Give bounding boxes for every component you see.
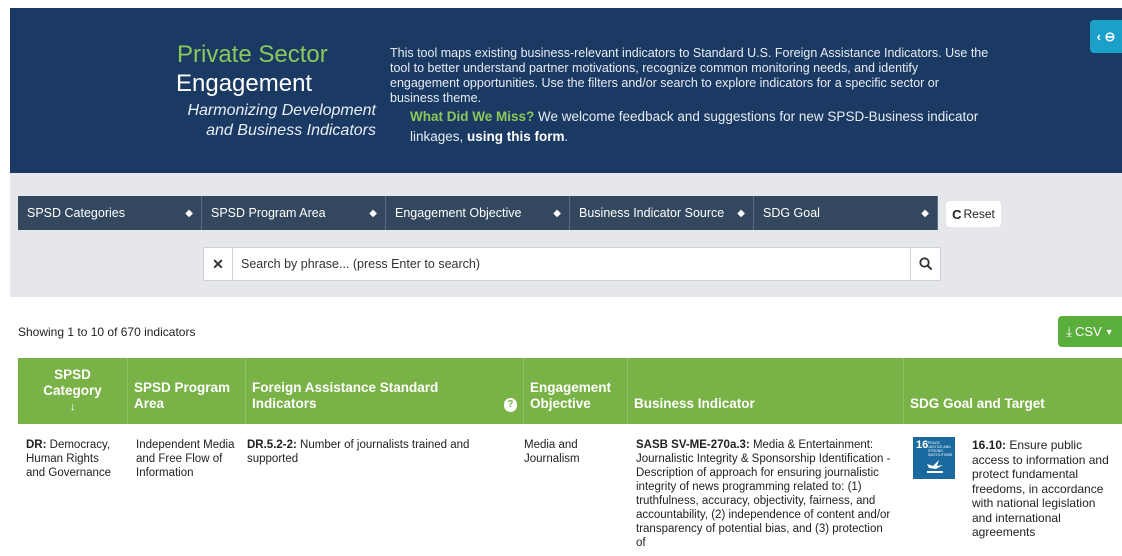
clear-search-icon[interactable]: ✕ xyxy=(204,248,233,280)
reset-button[interactable]: C Reset xyxy=(946,201,1001,227)
select-caret-icon: ◆ xyxy=(369,207,377,219)
filter-sdg-goal[interactable]: SDG Goal ◆ xyxy=(754,196,938,230)
filter-spsd-categories[interactable]: SPSD Categories ◆ xyxy=(18,196,202,230)
sdg-target-code: 16.10: xyxy=(972,438,1007,452)
download-icon: ⤓ xyxy=(1066,323,1073,339)
intro-text: This tool maps existing business-relevan… xyxy=(390,46,989,105)
brand-title-line1: Private Sector xyxy=(177,41,328,68)
csv-download-button[interactable]: ⤓ CSV ▼ xyxy=(1058,316,1122,347)
cell-fa-indicator: DR.5.2-2: Number of journalists trained … xyxy=(247,438,487,466)
filter-spsd-program-area[interactable]: SPSD Program Area ◆ xyxy=(202,196,386,230)
column-header-label: SPSD Program Area xyxy=(134,380,231,411)
filter-label: SPSD Categories xyxy=(27,206,125,220)
filter-label: SPSD Program Area xyxy=(211,206,326,220)
business-indicator-code: SASB SV-ME-270a.3: xyxy=(636,439,750,451)
sort-arrow-icon: ↓ xyxy=(69,401,76,413)
column-header-business-indicator[interactable]: Business Indicator xyxy=(628,358,904,424)
fa-code: DR.5.2-2: xyxy=(247,439,297,451)
column-header-spsd-program-area[interactable]: SPSD Program Area xyxy=(128,358,246,424)
sdg-badge-text: PEACE, JUSTICE AND STRONG INSTITUTIONS xyxy=(928,441,953,457)
category-code: DR: xyxy=(26,439,47,451)
select-caret-icon: ◆ xyxy=(553,207,561,219)
column-header-engagement-objective[interactable]: Engagement Objective xyxy=(524,358,628,424)
select-caret-icon: ◆ xyxy=(921,207,929,219)
column-header-sdg-goal[interactable]: SDG Goal and Target xyxy=(904,358,1122,424)
brand-title-line2: Engagement xyxy=(176,70,313,97)
filter-label: SDG Goal xyxy=(763,206,820,220)
sdg-target-text: Ensure public access to information and … xyxy=(972,438,1109,539)
toggle-icon: ‹ ⊖ xyxy=(1096,28,1116,44)
cell-program-area: Independent Media and Free Flow of Infor… xyxy=(136,439,235,479)
feedback-lead: What Did We Miss? xyxy=(410,109,535,124)
select-caret-icon: ◆ xyxy=(185,207,193,219)
brand-subtitle: Harmonizing Development and Business Ind… xyxy=(187,102,376,139)
cell-business-indicator: SASB SV-ME-270a.3: Media & Entertainment… xyxy=(636,438,894,550)
business-indicator-text: Media & Entertainment: Journalistic Inte… xyxy=(636,439,891,549)
reset-label: Reset xyxy=(963,207,995,221)
site-header: Private Sector Engagement Harmonizing De… xyxy=(10,8,1122,173)
cell-spsd-category: DR: Democracy, Human Rights and Governan… xyxy=(26,438,118,480)
column-header-label: Engagement Objective xyxy=(530,380,612,411)
sdg-badge-number: 16 xyxy=(916,439,929,451)
cell-engagement-objective: Media and Journalism xyxy=(524,439,580,465)
table-header-row: SPSD Category ↓ SPSD Program Area Foreig… xyxy=(18,358,1122,424)
dove-icon xyxy=(927,460,943,473)
filter-engagement-objective[interactable]: Engagement Objective ◆ xyxy=(386,196,570,230)
search-bar: ✕ xyxy=(203,247,941,281)
feedback-form-link[interactable]: using this form xyxy=(467,129,565,144)
help-icon[interactable]: ? xyxy=(503,398,517,412)
reset-icon: C xyxy=(952,206,962,222)
side-panel-toggle-button[interactable]: ‹ ⊖ xyxy=(1090,20,1122,53)
filter-business-indicator-source[interactable]: Business Indicator Source ◆ xyxy=(570,196,754,230)
column-header-spsd-category[interactable]: SPSD Category ↓ xyxy=(18,358,128,424)
filter-label: Business Indicator Source xyxy=(579,206,725,220)
search-icon[interactable] xyxy=(910,248,940,280)
brand-block: Private Sector Engagement Harmonizing De… xyxy=(176,41,376,141)
column-header-label: SPSD Category xyxy=(43,367,102,398)
column-header-fa-indicators[interactable]: Foreign Assistance Standard Indicators ? xyxy=(246,358,524,424)
column-header-label: SDG Goal and Target xyxy=(910,396,1045,411)
filter-label: Engagement Objective xyxy=(395,206,522,220)
column-header-label: Foreign Assistance Standard Indicators xyxy=(252,380,439,411)
select-caret-icon: ◆ xyxy=(737,207,745,219)
feedback-end: . xyxy=(564,129,569,144)
cell-sdg-target: 16.10: Ensure public access to informati… xyxy=(972,438,1112,540)
chevron-down-icon: ▼ xyxy=(1104,326,1114,337)
feedback-text: What Did We Miss? We welcome feedback an… xyxy=(410,107,980,147)
search-input[interactable] xyxy=(233,257,910,271)
column-header-label: Business Indicator xyxy=(634,396,755,411)
sdg-16-badge-icon: 16 PEACE, JUSTICE AND STRONG INSTITUTION… xyxy=(913,437,955,479)
results-count: Showing 1 to 10 of 670 indicators xyxy=(18,325,196,339)
csv-label: CSV xyxy=(1075,324,1102,339)
